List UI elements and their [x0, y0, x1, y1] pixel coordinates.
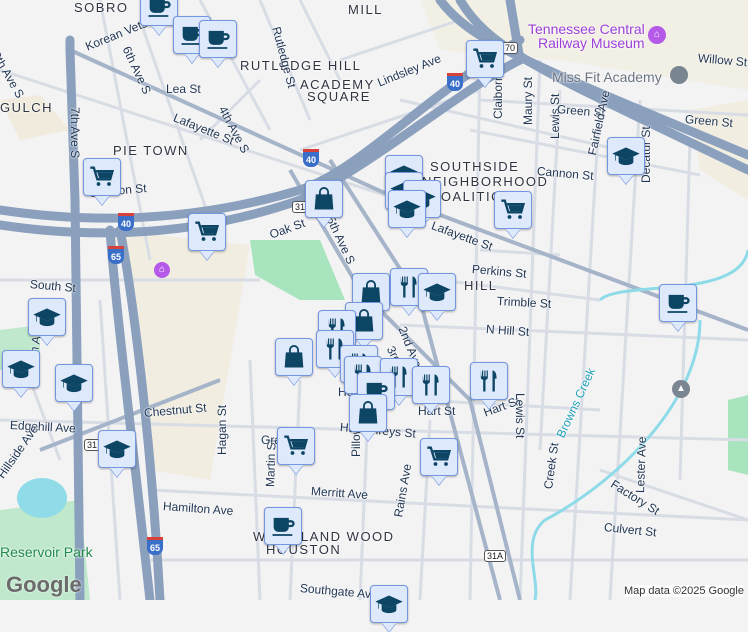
- shopping-bag-icon: [280, 343, 308, 371]
- shopping-cart-icon: [88, 163, 116, 191]
- street-label: 7th Ave S: [68, 107, 82, 159]
- street-label: Lewis St: [513, 393, 527, 439]
- reservoir-water: [17, 478, 67, 518]
- us-31a-shield: 31A: [484, 550, 507, 562]
- shopping-cart-icon: [282, 432, 310, 460]
- shopping-bag-icon: [354, 399, 382, 427]
- neighborhood-pie-town: PIE TOWN: [113, 143, 189, 158]
- street-label: Lester Ave: [633, 436, 649, 494]
- neighborhood-square: SQUARE: [307, 89, 371, 104]
- map-marker-cap[interactable]: [370, 585, 408, 623]
- shopping-cart-icon: [425, 443, 453, 471]
- graduation-cap-icon: [33, 303, 61, 331]
- map-marker-cap[interactable]: [28, 298, 66, 336]
- map-marker-cap[interactable]: [418, 273, 456, 311]
- fork-knife-icon: [417, 371, 445, 399]
- map-marker-coffee[interactable]: [659, 284, 697, 322]
- map-marker-cart[interactable]: [277, 427, 315, 465]
- neighborhood-sobro: SOBRO: [74, 0, 129, 15]
- map-marker-bag[interactable]: [349, 394, 387, 432]
- interstate-40-shield: 40: [447, 73, 463, 91]
- graduation-cap-icon: [103, 435, 131, 463]
- map-marker-coffee[interactable]: [199, 20, 237, 58]
- street-label: Trimble St: [496, 294, 552, 311]
- shopping-cart-icon: [193, 218, 221, 246]
- map-marker-cart[interactable]: [466, 40, 504, 78]
- poi-miss-fit-academy[interactable]: Miss Fit Academy: [552, 69, 662, 85]
- map-marker-cart[interactable]: [83, 158, 121, 196]
- shopping-cart-icon: [471, 45, 499, 73]
- map-attribution[interactable]: Map data ©2025 Google: [623, 585, 744, 597]
- interstate-65-shield: 65: [108, 246, 124, 264]
- graduation-cap-icon: [375, 590, 403, 618]
- place-pin-icon[interactable]: [670, 66, 688, 84]
- google-logo: Google: [6, 572, 82, 597]
- coffee-cup-icon: [269, 512, 297, 540]
- neighborhood-hill: HILL: [464, 278, 498, 293]
- school-pin-icon[interactable]: ▲: [672, 380, 690, 398]
- us-70-shield: 70: [502, 42, 519, 54]
- interstate-40-shield: 40: [118, 213, 134, 231]
- fork-knife-icon: [475, 367, 503, 395]
- map-marker-coffee[interactable]: [264, 507, 302, 545]
- shopping-bag-icon: [310, 185, 338, 213]
- map-marker-cart[interactable]: [420, 438, 458, 476]
- graduation-cap-icon: [423, 278, 451, 306]
- coffee-cup-icon: [145, 0, 173, 21]
- coffee-cup-icon: [664, 289, 692, 317]
- neighborhood-rutledge-hill: RUTLEDGE HILL: [240, 58, 362, 73]
- map-marker-cart[interactable]: [494, 191, 532, 229]
- poi-railway-museum-line2[interactable]: Railway Museum: [538, 36, 645, 50]
- street-label: Lea St: [166, 82, 201, 96]
- poi-railway-museum-line1[interactable]: Tennessee Central: [528, 22, 645, 36]
- neighborhood-southside: SOUTHSIDE: [430, 159, 520, 174]
- map-marker-bag[interactable]: [305, 180, 343, 218]
- street-label: N Hill St: [485, 322, 530, 340]
- street-label: Hagan St: [215, 404, 229, 455]
- map-marker-cap[interactable]: [607, 137, 645, 175]
- graduation-cap-icon: [393, 195, 421, 223]
- street-label: Maury St: [521, 76, 535, 125]
- map-marker-cap[interactable]: [2, 350, 40, 388]
- graduation-cap-icon: [7, 355, 35, 383]
- map-marker-bag[interactable]: [275, 338, 313, 376]
- park: [250, 240, 345, 300]
- shopping-cart-icon: [499, 196, 527, 224]
- neighborhood-gulch: GULCH: [0, 100, 54, 115]
- interstate-40-shield: 40: [303, 149, 319, 167]
- map-marker-cap[interactable]: [388, 190, 426, 228]
- graduation-cap-icon: [60, 369, 88, 397]
- map-marker-fork[interactable]: [470, 362, 508, 400]
- park-label: Reservoir Park: [0, 544, 93, 560]
- graduation-cap-icon: [612, 142, 640, 170]
- neighborhood-mill: MILL: [348, 2, 383, 17]
- map-marker-cap[interactable]: [55, 364, 93, 402]
- map-marker-cap[interactable]: [98, 430, 136, 468]
- map-marker-cart[interactable]: [188, 213, 226, 251]
- map-marker-fork[interactable]: [412, 366, 450, 404]
- interstate-65-shield: 65: [147, 537, 163, 555]
- coffee-cup-icon: [204, 25, 232, 53]
- museum-icon[interactable]: ⌂: [154, 262, 170, 278]
- museum-icon[interactable]: ⌂: [648, 26, 666, 44]
